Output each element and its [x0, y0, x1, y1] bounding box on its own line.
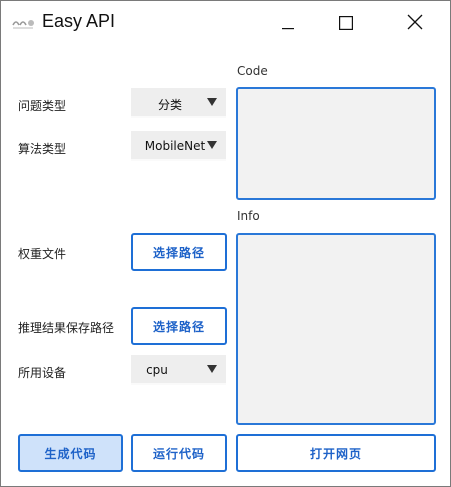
- minimize-icon: [282, 15, 294, 34]
- problem-type-select[interactable]: 分类: [131, 88, 226, 118]
- info-label: Info: [237, 209, 260, 223]
- title-bar[interactable]: Easy API: [1, 1, 450, 47]
- device-label: 所用设备: [18, 366, 67, 380]
- app-window: Easy API 问题类型 分类 算法类型 MobileNet 权重文件 选择路…: [0, 0, 451, 487]
- select-weight-path-button[interactable]: 选择路径: [131, 233, 227, 271]
- select-underline: [131, 116, 226, 118]
- chevron-down-icon: [207, 141, 217, 149]
- run-code-button[interactable]: 运行代码: [131, 434, 227, 472]
- code-label: Code: [237, 64, 268, 78]
- code-textbox[interactable]: [236, 87, 436, 200]
- generate-code-button[interactable]: 生成代码: [18, 434, 123, 472]
- window-title: Easy API: [42, 11, 116, 31]
- device-select[interactable]: cpu: [131, 355, 226, 385]
- device-value: cpu: [146, 363, 168, 377]
- select-underline: [131, 383, 226, 385]
- weight-file-label: 权重文件: [18, 247, 67, 261]
- algorithm-type-select[interactable]: MobileNet: [131, 131, 226, 161]
- app-logo-icon: [11, 16, 37, 30]
- problem-type-label: 问题类型: [18, 99, 67, 113]
- select-underline: [131, 159, 226, 161]
- minimize-button[interactable]: [265, 1, 311, 47]
- maximize-icon: [339, 15, 354, 34]
- close-button[interactable]: [392, 1, 438, 47]
- algorithm-type-value: MobileNet: [144, 139, 206, 153]
- algorithm-type-label: 算法类型: [18, 142, 67, 156]
- chevron-down-icon: [207, 98, 217, 106]
- maximize-button[interactable]: [323, 1, 369, 47]
- chevron-down-icon: [207, 365, 217, 373]
- info-textbox[interactable]: [236, 233, 436, 425]
- select-result-path-button[interactable]: 选择路径: [131, 307, 227, 345]
- problem-type-value: 分类: [157, 98, 182, 112]
- result-save-path-label: 推理结果保存路径: [18, 321, 115, 335]
- open-webpage-button[interactable]: 打开网页: [236, 434, 436, 472]
- close-icon: [407, 14, 423, 34]
